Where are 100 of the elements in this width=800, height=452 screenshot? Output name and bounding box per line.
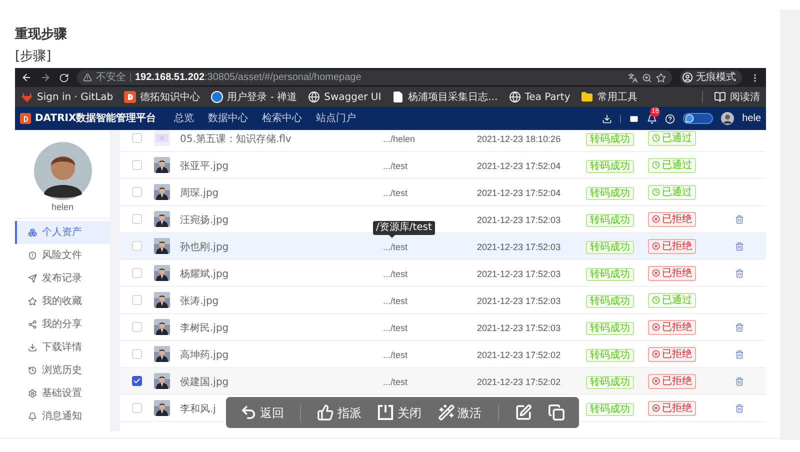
logo-icon [20, 113, 31, 124]
bookmark-item[interactable]: 常用工具 [581, 90, 638, 104]
bookmark-item[interactable]: Tea Party [508, 90, 570, 104]
status-tag: 已通过 [648, 292, 696, 308]
date-cell: 2021-12-23 17:52:04 [477, 188, 561, 198]
toolbar-button[interactable]: 关闭 [377, 404, 422, 422]
edit-button[interactable] [514, 404, 532, 421]
sidebar-item[interactable]: 基础设置 [15, 382, 110, 405]
file-name: 张涛.jpg [180, 296, 219, 307]
copy-button[interactable] [548, 404, 565, 421]
incognito-icon [682, 72, 693, 83]
nav-link[interactable]: 检索中心 [262, 111, 302, 126]
status-tag: 已通过 [648, 158, 696, 172]
file-path: .../helen [383, 134, 416, 144]
sidebar-item[interactable]: 浏览历史 [15, 359, 110, 382]
x-circle-icon [652, 377, 660, 385]
page-icon [392, 91, 404, 103]
avatar[interactable] [721, 112, 734, 125]
section-heading: 重现步骤 [15, 26, 68, 44]
transcode-tag: 转码成功 [586, 268, 634, 281]
status-tag: 已拒绝 [648, 320, 696, 334]
status-tag: 已通过 [648, 130, 696, 146]
x-circle-icon [652, 323, 660, 331]
sidebar-item[interactable]: 风险文件 [15, 244, 110, 267]
forward-icon[interactable] [40, 72, 51, 83]
avatar [34, 142, 92, 200]
profile-chip[interactable]: 无痕模式 [680, 70, 742, 85]
transcode-tag: 转码成功 [586, 403, 634, 416]
reading-list-icon [714, 91, 726, 103]
zoom-icon[interactable] [642, 72, 652, 82]
delete-icon[interactable] [734, 404, 744, 412]
sidebar-item[interactable]: 个人资产 [15, 221, 110, 244]
bracket-icon [377, 404, 394, 421]
file-name: 杨耀斌.jpg [180, 269, 229, 280]
share-icon [28, 320, 37, 329]
transcode-tag: 转码成功 [586, 241, 634, 254]
sidebar-item[interactable]: 下载详情 [15, 336, 110, 359]
toolbar-button[interactable]: 激活 [438, 404, 482, 422]
translate-icon[interactable] [628, 72, 638, 82]
bookmark-item[interactable]: 用户登录 - 禅道 [211, 90, 298, 104]
delete-icon[interactable] [734, 268, 744, 278]
date-cell: 2021-12-23 17:52:03 [477, 296, 561, 306]
bookmark-item[interactable]: Swagger UI [308, 90, 382, 104]
bookmark-item[interactable]: Sign in · GitLab [21, 90, 114, 104]
fox-icon [21, 91, 33, 103]
row-checkbox[interactable] [132, 376, 142, 386]
star-icon [28, 297, 37, 306]
file-name: 李和风.j [180, 404, 216, 415]
help-icon[interactable] [665, 114, 676, 124]
file-path: .../test [383, 269, 408, 279]
app-title: DATRIX数据智能管理平台 [35, 112, 156, 126]
bookmark-star-icon[interactable] [656, 72, 666, 82]
delete-icon[interactable] [734, 350, 744, 358]
nav-link[interactable]: 站点门户 [316, 111, 356, 126]
chat-button[interactable] [683, 113, 714, 124]
status-tag: 已拒绝 [648, 400, 696, 416]
file-name: 05.第五课：知识存储.flv [180, 134, 292, 145]
date-cell: 2021-12-23 17:52:02 [477, 350, 561, 360]
sidebar-item[interactable]: 我的收藏 [15, 290, 110, 313]
file-name: 李树民.jpg [180, 323, 229, 334]
delete-icon[interactable] [734, 322, 744, 332]
nav-link[interactable]: 数据中心 [208, 111, 248, 126]
download-icon [28, 343, 37, 352]
transcode-tag: 转码成功 [586, 349, 634, 362]
date-cell: 2021-12-23 17:52:03 [477, 269, 561, 279]
download-icon[interactable] [602, 114, 612, 124]
x-circle-icon [652, 242, 660, 250]
date-cell: 2021-12-23 17:52:04 [477, 161, 561, 171]
bell-icon[interactable] [647, 114, 658, 124]
nav-link[interactable]: 总览 [174, 111, 194, 126]
send-icon [28, 274, 37, 283]
bookmark-item[interactable]: 杨浦项目采集日志... [392, 90, 498, 104]
delete-icon[interactable] [734, 376, 744, 386]
sidebar-item[interactable]: 消息通知 [15, 405, 110, 428]
toolbar-button[interactable]: 返回 [240, 404, 284, 422]
reload-icon[interactable] [59, 72, 69, 82]
file-name: 侯建国.jpg [180, 377, 229, 388]
bookmark-item[interactable]: 阅读清 [714, 90, 760, 104]
delete-icon[interactable] [734, 214, 744, 224]
x-circle-icon [652, 350, 660, 358]
status-tag: 已拒绝 [648, 346, 696, 362]
address-field[interactable]: 不安全 192.168.51.202:30805/asset/#/personal/homepage [77, 70, 672, 85]
bookmark-item[interactable]: 德拓知识中心 [124, 90, 200, 104]
date-cell: 2021-12-23 17:52:03 [477, 323, 561, 333]
sidebar-item[interactable]: 发布记录 [15, 267, 110, 290]
status-tag: 已拒绝 [648, 266, 696, 280]
back-icon[interactable] [21, 72, 32, 83]
toolbar-button[interactable]: 指派 [317, 404, 362, 422]
status-tag: 已拒绝 [648, 238, 696, 254]
sidebar-item[interactable]: 我的分享 [15, 313, 110, 336]
status-tag: 已拒绝 [648, 374, 696, 388]
x-circle-icon [652, 269, 660, 277]
check-icon [133, 377, 141, 385]
x-circle-icon [652, 215, 660, 223]
history-icon [28, 366, 37, 375]
globe-icon [508, 91, 521, 103]
delete-icon[interactable] [734, 242, 744, 250]
file-path: .../test [383, 188, 408, 198]
status-tag: 已拒绝 [648, 212, 696, 226]
mail-icon[interactable] [629, 114, 640, 124]
